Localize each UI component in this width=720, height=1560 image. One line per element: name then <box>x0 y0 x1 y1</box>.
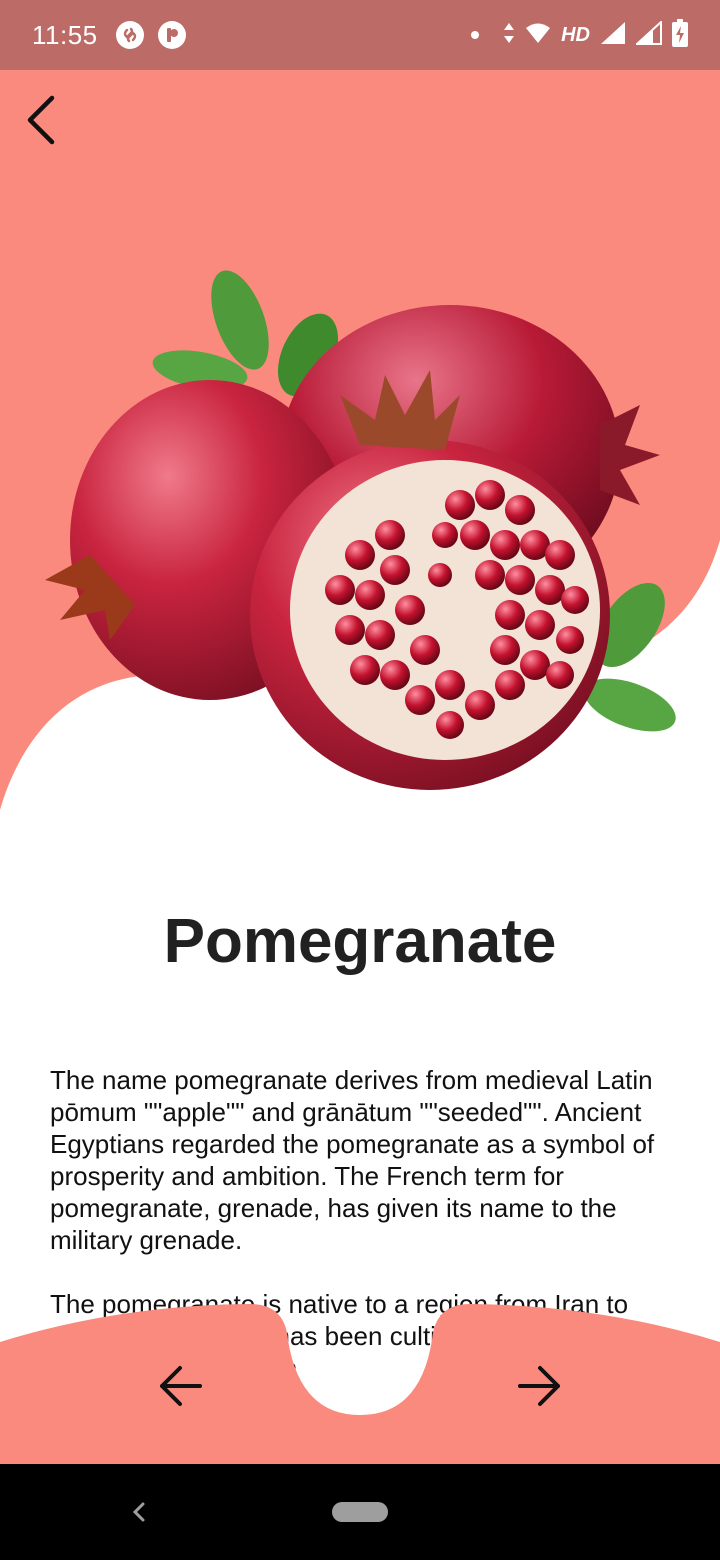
bottom-nav-background <box>0 1304 720 1464</box>
wifi-icon <box>525 22 551 49</box>
notification-dot-icon <box>471 31 480 39</box>
back-button[interactable] <box>12 92 68 148</box>
previous-button[interactable] <box>152 1358 208 1414</box>
header-area <box>0 70 720 830</box>
status-bar: 11:55 HD <box>0 0 720 70</box>
description-paragraph: The name pomegranate derives from mediev… <box>50 1065 655 1255</box>
signal-icon <box>634 19 662 50</box>
system-back-button[interactable] <box>124 1494 154 1530</box>
system-home-button[interactable] <box>332 1500 388 1524</box>
system-home-pill-icon <box>332 1502 388 1522</box>
chevron-left-icon <box>27 95 55 145</box>
shazam-icon <box>115 21 144 49</box>
system-navigation-bar <box>0 1464 720 1560</box>
bottom-navigation <box>0 1300 720 1464</box>
data-arrows-icon <box>503 22 515 49</box>
signal-icon <box>600 21 626 50</box>
next-button[interactable] <box>512 1358 568 1414</box>
pomegranate-image <box>45 270 676 790</box>
fruit-title: Pomegranate <box>163 907 557 976</box>
status-time: 11:55 <box>32 19 98 50</box>
system-back-icon <box>132 1502 145 1522</box>
battery-charging-icon <box>672 18 688 52</box>
arrow-left-icon <box>160 1366 202 1406</box>
network-type-label: HD <box>561 23 590 46</box>
arrow-right-icon <box>518 1366 560 1406</box>
profile-icon <box>157 21 186 49</box>
